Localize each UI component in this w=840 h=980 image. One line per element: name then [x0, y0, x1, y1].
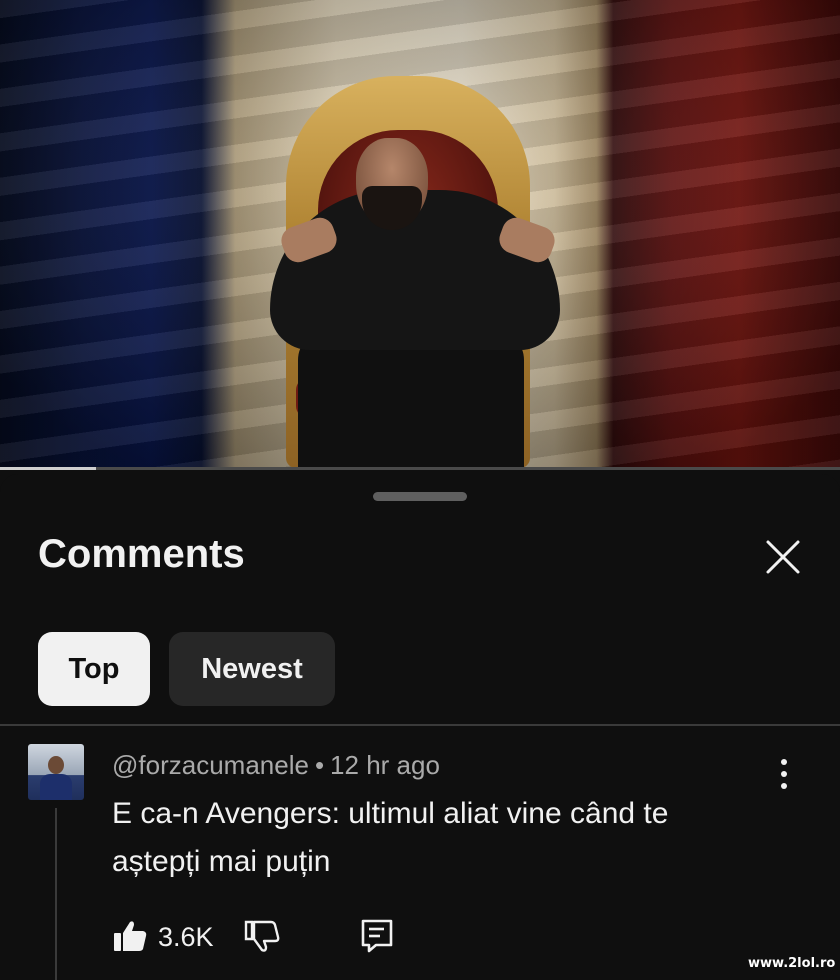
comment-meta: @forzacumanele • 12 hr ago	[112, 750, 440, 781]
close-icon[interactable]	[760, 534, 806, 580]
person-legs	[298, 330, 524, 468]
more-vert-icon[interactable]	[770, 756, 798, 792]
filter-chip-newest[interactable]: Newest	[169, 632, 335, 706]
thumbs-down-icon[interactable]	[244, 918, 280, 954]
video-player[interactable]	[0, 0, 840, 468]
comment-author[interactable]: @forzacumanele	[112, 750, 309, 780]
thumbs-up-icon[interactable]	[112, 918, 148, 954]
comments-title: Comments	[38, 532, 245, 576]
avatar[interactable]	[28, 744, 84, 800]
video-progress-fill	[0, 467, 96, 470]
comments-sheet: Comments Top Newest @forzacumanele • 12 hr…	[0, 474, 840, 980]
avatar-head	[48, 756, 64, 774]
watermark: www.2lol.ro	[748, 956, 836, 971]
divider	[0, 724, 840, 726]
meta-separator: •	[314, 750, 325, 780]
like-count: 3.6K	[158, 922, 214, 952]
comment-time: 12 hr ago	[330, 750, 440, 780]
video-progress-bar[interactable]	[0, 467, 840, 470]
thread-line	[55, 808, 57, 980]
filter-chip-top[interactable]: Top	[38, 632, 150, 706]
reply-icon[interactable]	[360, 918, 394, 954]
avatar-body	[40, 774, 72, 800]
comment-text: E ca-n Avengers: ultimul aliat vine când…	[112, 797, 669, 878]
drag-handle[interactable]	[373, 492, 467, 501]
